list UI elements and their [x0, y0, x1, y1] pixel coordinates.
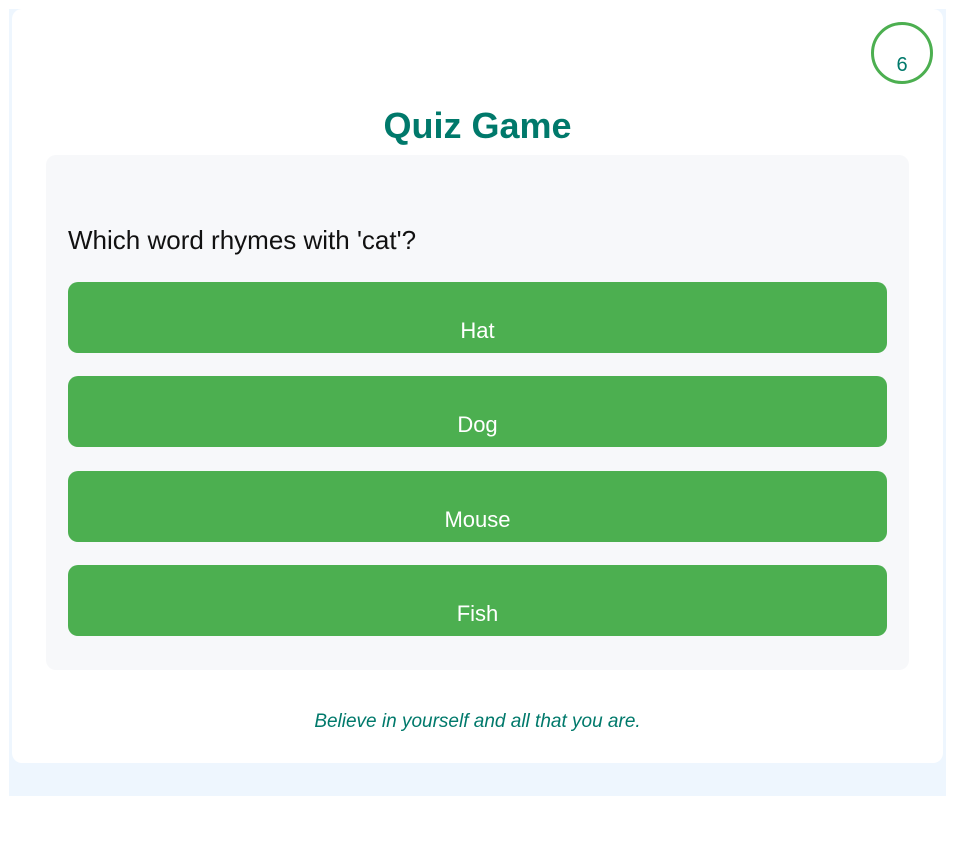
motivational-quote: Believe in yourself and all that you are…: [314, 711, 641, 732]
page-title: Quiz Game: [383, 105, 572, 146]
option-button-fish[interactable]: Fish: [68, 565, 887, 636]
quiz-card: 6 Quiz Game Which word rhymes with 'cat'…: [12, 9, 943, 763]
option-button-mouse[interactable]: Mouse: [68, 471, 887, 542]
question-text: Which word rhymes with 'cat'?: [68, 225, 417, 255]
option-label: Hat: [460, 318, 495, 343]
option-button-hat[interactable]: Hat: [68, 282, 887, 353]
timer-badge: 6: [871, 22, 933, 84]
option-label: Dog: [457, 412, 498, 437]
option-label: Mouse: [444, 507, 511, 532]
option-label: Fish: [456, 601, 499, 626]
question-panel: Which word rhymes with 'cat'? Hat Dog Mo…: [46, 155, 909, 670]
page-background: 6 Quiz Game Which word rhymes with 'cat'…: [9, 9, 946, 796]
timer-value: 6: [896, 54, 908, 76]
option-button-dog[interactable]: Dog: [68, 376, 887, 447]
